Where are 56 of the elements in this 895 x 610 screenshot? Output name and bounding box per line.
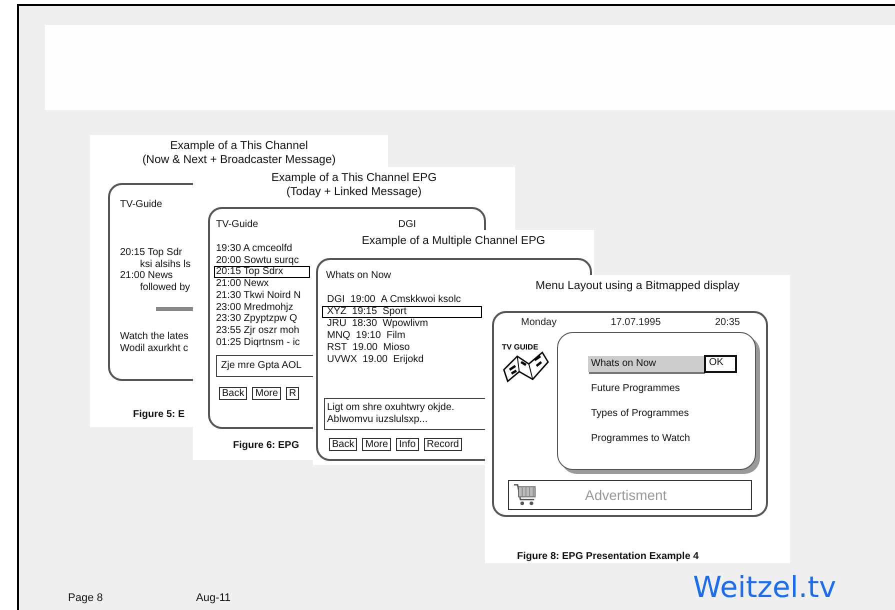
figure-title: (Today + Linked Message)	[285, 185, 423, 199]
schedule-row[interactable]: 20:15 Top Sdrx	[214, 266, 310, 278]
schedule-row[interactable]: RST 19.00 Mioso	[322, 342, 415, 354]
day-label: Monday	[521, 317, 557, 329]
tv-button[interactable]: Back	[329, 438, 358, 451]
tv-button[interactable]: Back	[219, 387, 248, 400]
programme-line: 21:00 News	[120, 270, 173, 282]
figure-caption: Figure 5: E	[133, 409, 185, 420]
tv-button[interactable]: R	[286, 387, 300, 400]
menu-item[interactable]: Whats on Now	[588, 356, 704, 372]
brand-text: Weitzel.tv	[693, 570, 836, 604]
schedule-row[interactable]: 21:00 Newx	[214, 278, 271, 290]
figure-caption: Figure 8: EPG Presentation Example 4	[517, 551, 699, 562]
tv-button[interactable]: Info	[396, 438, 419, 451]
figure-caption: Figure 6: EPG	[233, 440, 300, 451]
schedule-row[interactable]: 21:30 Tkwi Noird N	[214, 290, 303, 302]
footer-date: Aug-11	[196, 592, 231, 604]
schedule-row[interactable]: 01:25 Diqrtnsm - ic	[214, 336, 302, 348]
figure-title: Example of a This Channel EPG	[270, 171, 438, 185]
screen-header: TV-Guide	[216, 219, 258, 231]
ok-button[interactable]: OK	[704, 354, 738, 372]
tv-button[interactable]: Record	[424, 438, 462, 451]
programme-line: ksi alsihs ls	[140, 258, 191, 270]
message-line: Watch the lates	[120, 331, 189, 342]
menu-item[interactable]: Programmes to Watch	[588, 430, 704, 446]
schedule-row[interactable]: MNQ 19:10 Film	[322, 330, 410, 342]
shopping-cart-icon	[513, 483, 537, 507]
time-label: 20:35	[714, 317, 740, 329]
schedule-row[interactable]: UVWX 19.00 Erijokd	[322, 354, 429, 366]
figure-title: (Now & Next + Broadcaster Message)	[141, 153, 337, 167]
schedule-row[interactable]: 23:55 Zjr oszr moh	[214, 324, 302, 337]
schedule-row[interactable]: 20:00 Sowtu surqc	[214, 254, 301, 266]
figure-title: Example of a This Channel	[169, 139, 309, 153]
schedule-row[interactable]: JRU 18:30 Wpowlivm	[322, 318, 434, 330]
tv-button[interactable]: More	[362, 438, 392, 451]
screen-header: TV-Guide	[120, 199, 164, 211]
menu-item[interactable]: Future Programmes	[588, 380, 704, 396]
schedule-row[interactable]: 23:00 Mredmohjz	[214, 302, 296, 314]
page-number: Page 8	[68, 592, 103, 604]
schedule-row[interactable]: DGI 19:00 A Cmskkwoi ksolc	[322, 294, 466, 306]
screen-header: Whats on Now	[326, 270, 392, 282]
figure-title: Example of a Multiple Channel EPG	[360, 234, 546, 248]
menu-item[interactable]: Types of Programmes	[588, 406, 704, 422]
advert-text: Advertisment	[585, 489, 667, 501]
programme-line: 20:15 Top Sdr	[120, 247, 182, 258]
message-line: Ablwomvu iuzslulsxp...	[327, 414, 429, 426]
schedule-row[interactable]: 23:30 Zpyptzpw Q	[214, 313, 300, 325]
figure-title: Menu Layout using a Bitmapped display	[534, 279, 740, 293]
schedule-row[interactable]: XYZ 19:15 Sport	[322, 306, 482, 318]
message-line: Wodil axurkht c	[120, 342, 188, 354]
programme-line: followed by	[140, 282, 190, 293]
tv-button[interactable]: More	[252, 387, 282, 400]
message-line: Ligt om shre oxuhtwry okjde.	[327, 402, 456, 414]
date-label: 17.07.1995	[610, 317, 661, 329]
schedule-row[interactable]: 19:30 A cmceolfd	[214, 243, 294, 255]
channel-name: DGI	[398, 219, 416, 231]
